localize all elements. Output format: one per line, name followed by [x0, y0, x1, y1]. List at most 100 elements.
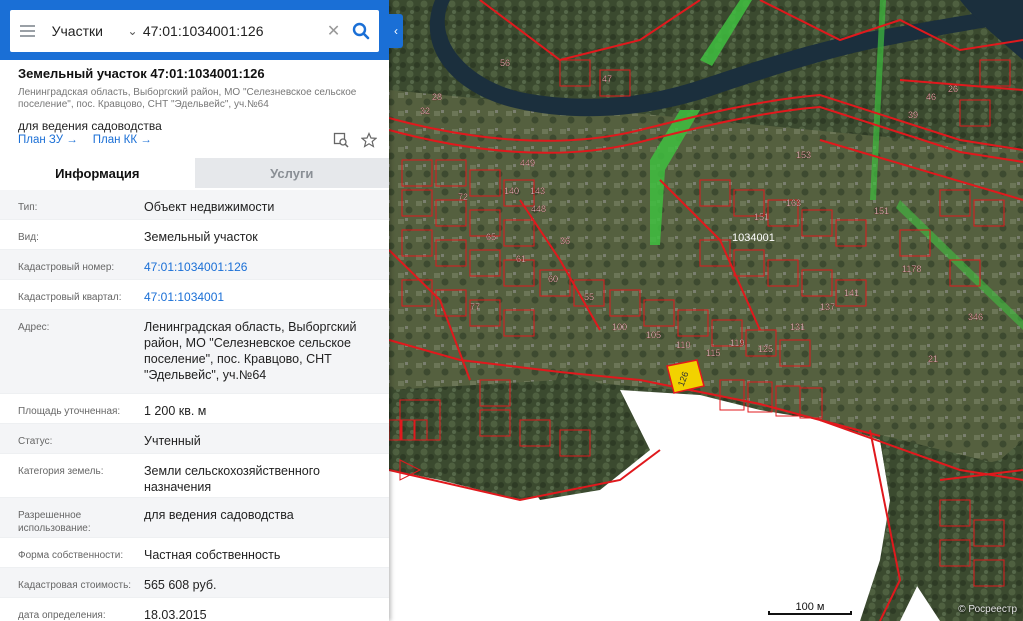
plot-number-label: 32 [420, 106, 430, 116]
row-permitted-use: Разрешенное использование: для ведения с… [0, 498, 389, 538]
row-land-category: Категория земель: Земли сельскохозяйстве… [0, 454, 389, 498]
row-value: 18.03.2015 [144, 608, 207, 621]
plot-number-label: 151 [754, 212, 769, 222]
selected-parcel[interactable]: 126 [666, 359, 705, 394]
arrow-right-icon: → [140, 134, 152, 146]
row-label: Разрешенное использование: [18, 510, 91, 534]
search-bar: Участки ⌄ ✕ [0, 0, 389, 60]
scale-line [768, 611, 852, 615]
parcel-address-short: Ленинградская область, Выборгский район,… [18, 87, 357, 110]
plot-number-label: 1178 [902, 264, 921, 274]
search-input[interactable] [138, 10, 324, 52]
row-label: Статус: [18, 436, 53, 447]
parcel-header: Земельный участок 47:01:1034001:126 Лени… [18, 66, 378, 133]
menu-icon[interactable] [10, 10, 46, 52]
row-label: Адрес: [18, 322, 50, 333]
search-type-select[interactable]: Участки [46, 10, 127, 52]
row-label: Форма собственности: [18, 550, 124, 561]
row-value: Ленинградская область, Выборгский район,… [144, 320, 357, 382]
row-label: Вид: [18, 232, 39, 243]
row-cadastral-quarter: Кадастровый квартал: 47:01:1034001 [0, 280, 389, 310]
row-status: Статус: Учтенный [0, 424, 389, 454]
row-label: Кадастровый номер: [18, 262, 115, 273]
parcel-purpose: для ведения садоводства [18, 119, 162, 133]
header-actions [333, 132, 377, 148]
plot-number-label: 153 [796, 150, 811, 160]
plot-number-label: 143 [530, 186, 545, 196]
plan-links: План ЗУ → План КК → [18, 134, 152, 146]
plot-number-label: 151 [874, 206, 889, 216]
arrow-right-icon: → [66, 134, 78, 146]
tab-services[interactable]: Услуги [194, 158, 389, 188]
tabs: Информация Услуги [0, 158, 389, 188]
plot-number-label: 46 [926, 92, 936, 102]
chevron-down-icon[interactable]: ⌄ [126, 24, 138, 38]
plot-number-label: 163 [786, 198, 801, 208]
map-copyright: © Росреестр [958, 604, 1017, 615]
attribute-table: Тип: Объект недвижимости Вид: Земельный … [0, 190, 389, 621]
plot-number-label: 36 [560, 236, 570, 246]
tab-info[interactable]: Информация [0, 158, 195, 188]
chevron-left-icon: ‹ [394, 24, 398, 38]
row-type: Тип: Объект недвижимости [0, 190, 389, 220]
plot-number-label: 39 [908, 110, 918, 120]
row-cadastral-number: Кадастровый номер: 47:01:1034001:126 [0, 250, 389, 280]
plot-number-label: 28 [432, 92, 442, 102]
plot-number-label: 60 [548, 274, 558, 284]
plan-zu-link[interactable]: План ЗУ → [18, 134, 78, 146]
star-icon[interactable] [361, 132, 377, 148]
plot-number-label: 26 [948, 84, 958, 94]
row-value: 565 608 руб. [144, 578, 217, 592]
parcel-title: Земельный участок 47:01:1034001:126 [18, 66, 265, 81]
plot-number-label: 56 [500, 58, 510, 68]
clear-icon[interactable]: ✕ [324, 21, 344, 41]
plot-number-label: 346 [968, 312, 983, 322]
row-label: Площадь уточненная: [18, 406, 121, 417]
plan-zu-label: План ЗУ [18, 134, 64, 146]
plot-number-label: 105 [646, 330, 661, 340]
search-box: Участки ⌄ ✕ [10, 10, 379, 52]
row-value: Частная собственность [144, 548, 281, 562]
plot-number-label: 72 [458, 192, 468, 202]
plan-kk-link[interactable]: План КК → [93, 134, 152, 146]
plot-number-label: 448 [531, 204, 546, 214]
cadastral-number-link[interactable]: 47:01:1034001:126 [144, 250, 381, 279]
row-area: Площадь уточненная: 1 200 кв. м [0, 394, 389, 424]
plot-number-label: 77 [470, 302, 480, 312]
plot-number-label: 125 [758, 344, 773, 354]
search-type-label: Участки [51, 23, 103, 39]
info-panel: Участки ⌄ ✕ Земельный участок 47:01:1034… [0, 0, 389, 621]
plot-number-label: 119 [730, 338, 744, 348]
row-value: Объект недвижимости [144, 200, 275, 214]
zoom-to-parcel-icon[interactable] [333, 132, 349, 148]
plot-number-label: 61 [516, 254, 526, 264]
scale-bar: 100 м [768, 601, 852, 615]
plot-number-label: 55 [584, 292, 594, 302]
plot-number-label: 110 [676, 340, 690, 350]
plot-number-label: 131 [790, 322, 805, 332]
row-label: Кадастровый квартал: [18, 292, 122, 303]
row-label: дата определения: [18, 610, 106, 621]
row-valuation-date: дата определения: 18.03.2015 [0, 598, 389, 621]
plan-kk-label: План КК [92, 134, 138, 146]
plot-number-label: 47 [602, 74, 612, 84]
row-value: Учтенный [144, 434, 201, 448]
search-icon [352, 22, 370, 40]
row-value: Земельный участок [144, 230, 258, 244]
row-kind: Вид: Земельный участок [0, 220, 389, 250]
search-button[interactable] [343, 10, 379, 52]
plot-number-label: 137 [820, 302, 835, 312]
row-label: Категория земель: [18, 466, 104, 477]
plot-number-label: 65 [486, 232, 496, 242]
plot-number-label: 21 [928, 354, 938, 364]
cadastral-quarter-link[interactable]: 47:01:1034001 [144, 280, 381, 309]
plot-number-label: 449 [520, 158, 535, 168]
row-ownership: Форма собственности: Частная собственнос… [0, 538, 389, 568]
plot-number-label: 100 [612, 322, 627, 332]
collapse-panel-button[interactable]: ‹ [389, 14, 403, 48]
row-cadastral-value: Кадастровая стоимость: 565 608 руб. [0, 568, 389, 598]
row-label: Тип: [18, 202, 38, 213]
plot-number-label: 140 [504, 186, 519, 196]
row-value: для ведения садоводства [144, 508, 294, 522]
row-value: Земли сельскохозяйственного назначения [144, 464, 320, 494]
